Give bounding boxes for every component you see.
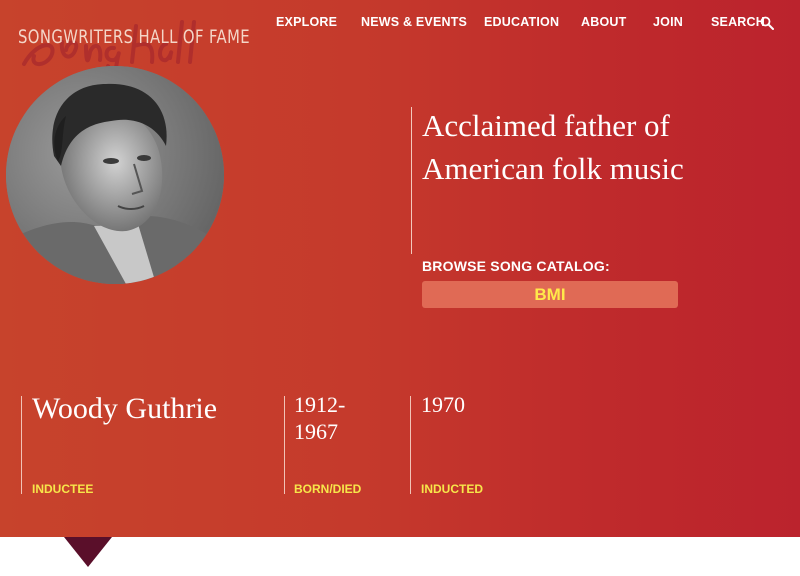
- tagline-divider: [411, 107, 412, 254]
- name-divider: [21, 396, 22, 494]
- inductee-caption: INDUCTEE: [32, 482, 94, 496]
- bmi-catalog-button[interactable]: BMI: [422, 281, 678, 308]
- search-icon[interactable]: [760, 16, 774, 30]
- portrait-image: [6, 66, 224, 284]
- born-died-caption: BORN/DIED: [294, 482, 362, 496]
- born-died-years: 1912- 1967: [294, 391, 384, 445]
- nav-about[interactable]: ABOUT: [581, 15, 626, 29]
- inductee-portrait: [6, 66, 224, 284]
- inductee-name: Woody Guthrie: [32, 392, 218, 425]
- inducted-caption: INDUCTED: [421, 482, 483, 496]
- nav-news-events[interactable]: NEWS & EVENTS: [361, 15, 467, 29]
- inductee-tagline: Acclaimed father of American folk music: [422, 108, 684, 186]
- nav-search[interactable]: SEARCH: [711, 15, 765, 29]
- died-year: 1967: [294, 419, 338, 444]
- born-year: 1912-: [294, 392, 346, 417]
- inducted-year: 1970: [421, 392, 465, 417]
- nav-join[interactable]: JOIN: [653, 15, 683, 29]
- years-divider: [284, 396, 285, 494]
- nav-education[interactable]: EDUCATION: [484, 15, 559, 29]
- main-nav: EXPLORE NEWS & EVENTS EDUCATION ABOUT JO…: [0, 15, 800, 35]
- inducted-divider: [410, 396, 411, 494]
- browse-catalog-label: BROWSE SONG CATALOG:: [422, 258, 610, 274]
- hero-section: SONGWRITERS HALL OF FAME EXPLORE NEWS & …: [0, 0, 800, 537]
- section-pointer: [64, 537, 112, 567]
- nav-explore[interactable]: EXPLORE: [276, 15, 337, 29]
